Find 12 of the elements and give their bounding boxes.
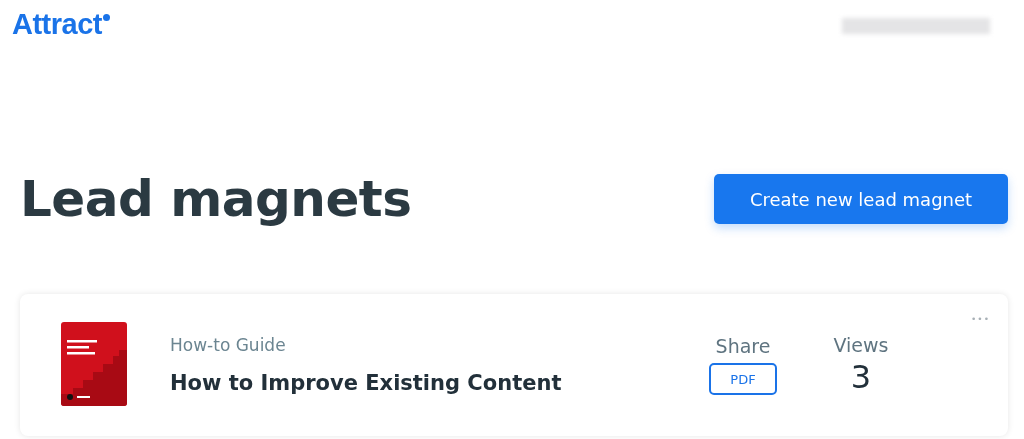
views-count: 3 — [850, 358, 872, 396]
document-thumbnail-icon — [61, 322, 127, 406]
views-label: Views — [833, 334, 889, 356]
page-title: Lead magnets — [20, 170, 412, 228]
create-button[interactable]: Create new lead magnet — [714, 174, 1008, 224]
logo[interactable]: Attract — [12, 8, 102, 41]
lead-magnet-type: How-to Guide — [170, 335, 287, 355]
dot-icon — [102, 14, 110, 21]
lead-magnet-title[interactable]: How to Improve Existing Content — [170, 371, 698, 395]
pdf-button[interactable]: PDF — [709, 363, 777, 395]
lead-magnet-card[interactable]: How-to Guide How to Improve Existing Content Share PDF Views 3 ••• — [20, 294, 1008, 436]
share-label: Share — [715, 335, 771, 357]
